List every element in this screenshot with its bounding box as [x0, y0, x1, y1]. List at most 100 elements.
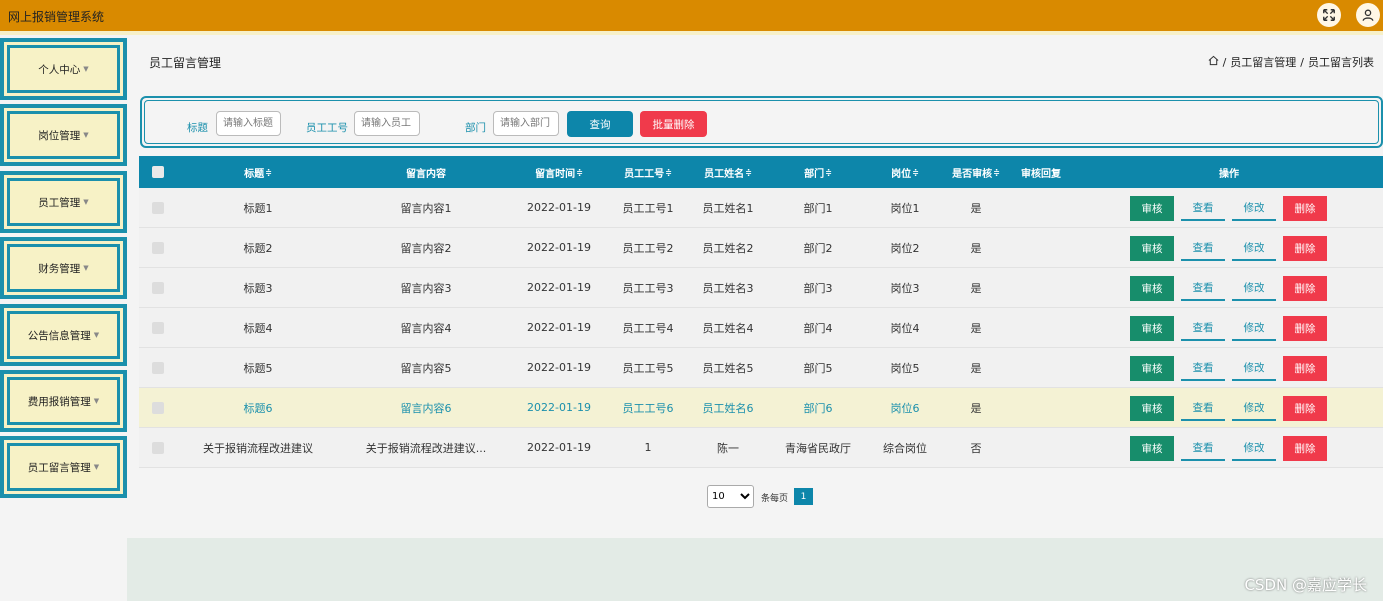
delete-button[interactable]: 删除 — [1283, 196, 1327, 221]
breadcrumb: / 员工留言管理 / 员工留言列表 — [1208, 54, 1374, 70]
audit-button[interactable]: 审核 — [1130, 436, 1174, 461]
empno-search-input[interactable] — [354, 111, 420, 136]
view-button[interactable]: 查看 — [1181, 276, 1225, 301]
view-button[interactable]: 查看 — [1181, 236, 1225, 261]
edit-button[interactable]: 修改 — [1232, 316, 1276, 341]
page-title: 员工留言管理 — [149, 56, 222, 70]
audit-button[interactable]: 审核 — [1130, 356, 1174, 381]
header-audited[interactable]: 是否审核 ≑ — [944, 156, 1008, 188]
edit-button[interactable]: 修改 — [1232, 396, 1276, 421]
row-checkbox[interactable] — [151, 228, 165, 267]
sort-icon: ≑ — [993, 167, 1000, 177]
cell-audited: 是 — [970, 241, 982, 255]
edit-button[interactable]: 修改 — [1232, 236, 1276, 261]
title-search-input[interactable] — [216, 111, 281, 136]
dept-search-input[interactable] — [493, 111, 559, 136]
cell-audited: 是 — [970, 281, 982, 295]
header-reply: 审核回复 — [1021, 168, 1061, 180]
header-ops: 操作 — [1219, 168, 1239, 180]
dept-label: 部门 — [465, 122, 486, 134]
breadcrumb-level1[interactable]: 员工留言管理 — [1230, 54, 1296, 70]
user-avatar-icon[interactable] — [1356, 3, 1380, 27]
table-row: 关于报销流程改进建议 关于报销流程改进建议... 2022-01-19 1 陈一… — [139, 428, 1383, 468]
cell-content: 留言内容6 — [400, 401, 452, 415]
sidebar-item-employee-messages[interactable]: 员工留言管理 ▼ — [0, 436, 127, 498]
view-button[interactable]: 查看 — [1181, 316, 1225, 341]
edit-button[interactable]: 修改 — [1232, 356, 1276, 381]
view-button[interactable]: 查看 — [1181, 396, 1225, 421]
audit-button[interactable]: 审核 — [1130, 276, 1174, 301]
row-checkbox[interactable] — [151, 188, 165, 227]
row-checkbox[interactable] — [151, 388, 165, 427]
cell-empname: 员工姓名6 — [702, 401, 754, 415]
audit-button[interactable]: 审核 — [1130, 236, 1174, 261]
cell-time: 2022-01-19 — [527, 281, 591, 294]
header-empno[interactable]: 员工工号 ≑ — [611, 156, 685, 188]
cell-audited: 是 — [970, 201, 982, 215]
delete-button[interactable]: 删除 — [1283, 396, 1327, 421]
query-button[interactable]: 查询 — [567, 111, 633, 137]
cell-dept: 部门4 — [803, 321, 833, 335]
view-button[interactable]: 查看 — [1181, 436, 1225, 461]
view-button[interactable]: 查看 — [1181, 356, 1225, 381]
delete-button[interactable]: 删除 — [1283, 276, 1327, 301]
table-row: 标题1 留言内容1 2022-01-19 员工工号1 员工姓名1 部门1 岗位1… — [139, 188, 1383, 228]
caret-down-icon: ▼ — [83, 264, 89, 272]
per-page-label: 条每页 — [761, 494, 789, 504]
page-size-select[interactable]: 10 — [707, 485, 754, 508]
cell-content: 留言内容2 — [400, 241, 452, 255]
cell-time: 2022-01-19 — [527, 361, 591, 374]
cell-audited: 否 — [970, 441, 982, 455]
header-time[interactable]: 留言时间 ≑ — [511, 156, 607, 188]
delete-button[interactable]: 删除 — [1283, 436, 1327, 461]
cell-reply — [1011, 228, 1071, 267]
delete-button[interactable]: 删除 — [1283, 356, 1327, 381]
row-checkbox[interactable] — [151, 308, 165, 347]
header-post[interactable]: 岗位 ≑ — [870, 156, 940, 188]
cell-title: 关于报销流程改进建议 — [203, 441, 313, 455]
sidebar-item-finance-management[interactable]: 财务管理 ▼ — [0, 237, 127, 299]
delete-button[interactable]: 删除 — [1283, 236, 1327, 261]
header-empname[interactable]: 员工姓名 ≑ — [690, 156, 766, 188]
view-button[interactable]: 查看 — [1181, 196, 1225, 221]
page-number-current[interactable]: 1 — [794, 488, 813, 505]
sort-icon: ≑ — [665, 167, 672, 177]
batch-delete-button[interactable]: 批量删除 — [640, 111, 707, 137]
sidebar-item-announcement-management[interactable]: 公告信息管理 ▼ — [0, 304, 127, 366]
sidebar-item-expense-reimbursement[interactable]: 费用报销管理 ▼ — [0, 370, 127, 432]
cell-content: 留言内容3 — [400, 281, 452, 295]
sidebar-item-employee-management[interactable]: 员工管理 ▼ — [0, 171, 127, 233]
sort-icon: ≑ — [576, 167, 583, 177]
row-checkbox[interactable] — [151, 268, 165, 307]
cell-dept: 部门3 — [803, 281, 833, 295]
sidebar-item-personal-center[interactable]: 个人中心 ▼ — [0, 38, 127, 100]
sidebar-item-post-management[interactable]: 岗位管理 ▼ — [0, 104, 127, 166]
cell-post: 综合岗位 — [883, 441, 927, 455]
edit-button[interactable]: 修改 — [1232, 276, 1276, 301]
home-icon[interactable] — [1208, 55, 1219, 69]
select-all-checkbox[interactable] — [151, 156, 165, 188]
audit-button[interactable]: 审核 — [1130, 316, 1174, 341]
cell-time: 2022-01-19 — [527, 401, 591, 414]
row-checkbox[interactable] — [151, 428, 165, 467]
row-checkbox[interactable] — [151, 348, 165, 387]
audit-button[interactable]: 审核 — [1130, 196, 1174, 221]
search-panel: 标题 员工工号 部门 查询 批量删除 — [140, 96, 1383, 148]
cell-audited: 是 — [970, 401, 982, 415]
cell-dept: 部门1 — [803, 201, 833, 215]
fullscreen-icon[interactable] — [1317, 3, 1341, 27]
edit-button[interactable]: 修改 — [1232, 196, 1276, 221]
cell-reply — [1011, 308, 1071, 347]
message-table: 标题 ≑ 留言内容 留言时间 ≑ 员工工号 ≑ 员工姓名 ≑ 部门 ≑ 岗位 ≑ 是否审核 ≑… — [139, 156, 1383, 468]
header-title[interactable]: 标题 ≑ — [209, 156, 307, 188]
edit-button[interactable]: 修改 — [1232, 436, 1276, 461]
cell-time: 2022-01-19 — [527, 201, 591, 214]
caret-down-icon: ▼ — [83, 198, 89, 206]
breadcrumb-level2: 员工留言列表 — [1308, 56, 1374, 69]
audit-button[interactable]: 审核 — [1130, 396, 1174, 421]
cell-title: 标题6 — [243, 401, 273, 415]
header-dept[interactable]: 部门 ≑ — [773, 156, 863, 188]
delete-button[interactable]: 删除 — [1283, 316, 1327, 341]
caret-down-icon: ▼ — [93, 397, 100, 405]
cell-title: 标题1 — [243, 201, 273, 215]
